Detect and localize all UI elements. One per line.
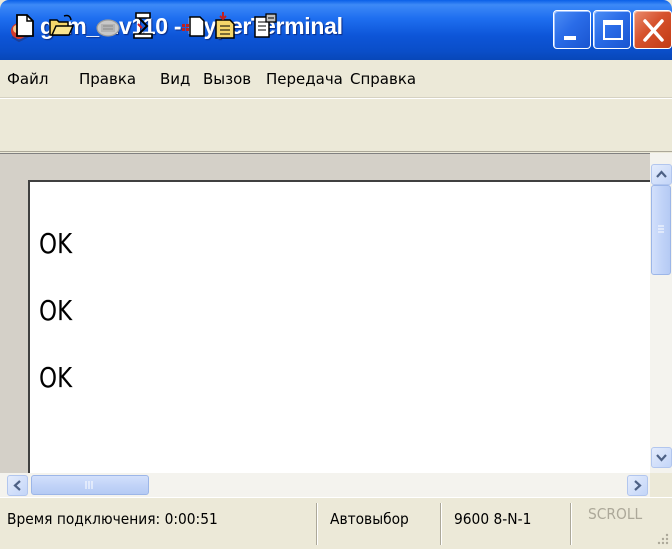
chevron-right-icon bbox=[634, 480, 642, 491]
chevron-left-icon bbox=[13, 480, 21, 491]
menu-file[interactable]: Файл bbox=[7, 70, 48, 88]
minimize-icon bbox=[564, 36, 576, 40]
terminal-line: OK bbox=[39, 294, 73, 327]
menu-call[interactable]: Вызов bbox=[203, 70, 251, 88]
status-divider bbox=[316, 503, 318, 545]
scroll-up-button[interactable] bbox=[651, 164, 672, 185]
terminal-line: OK bbox=[39, 361, 73, 394]
terminal-screen[interactable] bbox=[28, 180, 650, 473]
call-icon[interactable] bbox=[95, 10, 121, 40]
menu-bar: Файл Правка Вид Вызов Передача Справка bbox=[0, 60, 672, 98]
scroll-left-button[interactable] bbox=[7, 475, 28, 496]
receive-file-icon[interactable] bbox=[212, 10, 238, 40]
status-divider bbox=[440, 503, 442, 545]
menu-view[interactable]: Вид bbox=[160, 70, 190, 88]
menu-edit[interactable]: Правка bbox=[79, 70, 136, 88]
terminal-line: OK bbox=[39, 227, 73, 260]
chevron-down-icon bbox=[656, 454, 667, 462]
menu-help[interactable]: Справка bbox=[350, 70, 416, 88]
maximize-icon bbox=[603, 20, 623, 40]
scroll-right-button[interactable] bbox=[627, 475, 648, 496]
scroll-down-button[interactable] bbox=[651, 447, 672, 468]
horizontal-scroll-thumb[interactable] bbox=[31, 475, 149, 495]
status-connect-time: Время подключения: 0:00:51 bbox=[7, 510, 218, 528]
toolbar bbox=[0, 98, 672, 152]
resize-grip-icon[interactable] bbox=[654, 531, 670, 547]
status-divider bbox=[570, 503, 572, 545]
maximize-button[interactable] bbox=[593, 10, 631, 49]
close-button[interactable] bbox=[633, 10, 672, 49]
status-detect: Автовыбор bbox=[330, 510, 409, 528]
properties-icon[interactable] bbox=[252, 10, 278, 40]
disconnect-icon[interactable] bbox=[130, 10, 156, 40]
minimize-button[interactable] bbox=[553, 10, 591, 49]
open-folder-icon[interactable] bbox=[48, 10, 74, 40]
send-file-icon[interactable] bbox=[181, 10, 207, 40]
chevron-up-icon bbox=[656, 170, 667, 178]
menu-transfer[interactable]: Передача bbox=[266, 70, 343, 88]
status-port-settings: 9600 8-N-1 bbox=[454, 510, 532, 528]
close-icon bbox=[643, 19, 664, 42]
new-document-icon[interactable] bbox=[12, 10, 38, 40]
grip-icon bbox=[85, 481, 93, 489]
scrollbar-corner bbox=[650, 473, 672, 497]
grip-icon bbox=[658, 225, 664, 233]
status-scroll: SCROLL bbox=[588, 505, 643, 523]
vertical-scroll-thumb[interactable] bbox=[651, 185, 671, 275]
